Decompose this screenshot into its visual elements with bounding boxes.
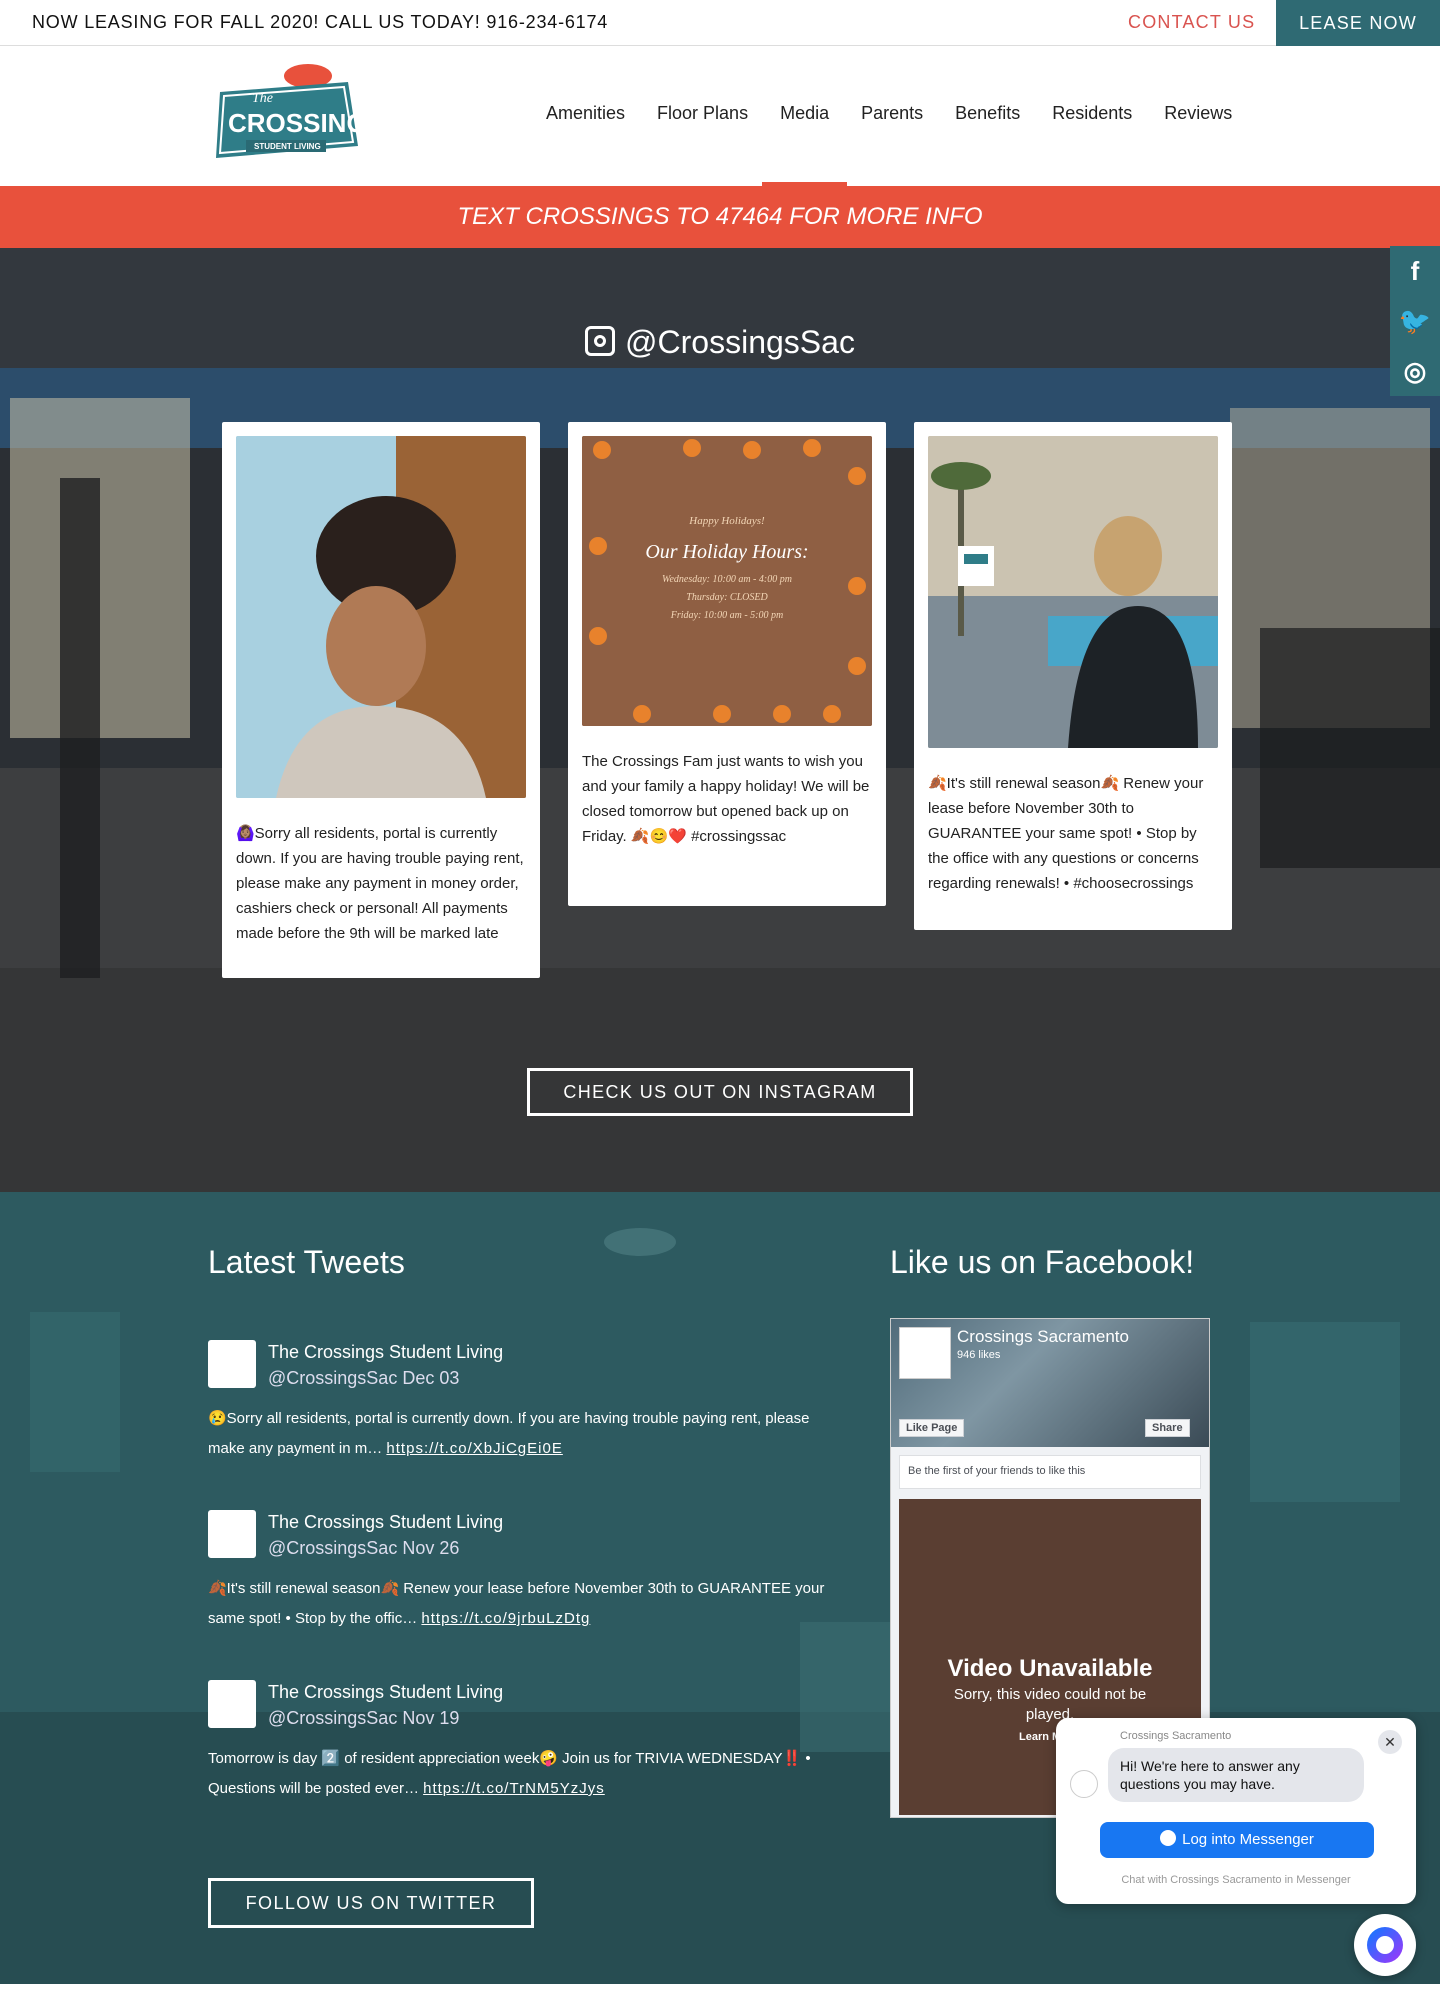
instagram-icon[interactable]: ◎ <box>1390 346 1440 396</box>
nav-reviews[interactable]: Reviews <box>1148 102 1248 132</box>
facebook-icon[interactable]: f <box>1390 246 1440 296</box>
holiday-title: Our Holiday Hours: <box>645 541 808 563</box>
instagram-handle-title[interactable]: @CrossingsSac <box>0 324 1440 361</box>
avatar[interactable] <box>208 1510 256 1558</box>
post-caption: The Crossings Fam just wants to wish you… <box>582 753 870 845</box>
messenger-icon <box>1367 1927 1403 1963</box>
facebook-page-name[interactable]: Crossings Sacramento <box>957 1327 1129 1347</box>
tweet-handle-date[interactable]: @CrossingsSac Nov 19 <box>268 1708 459 1729</box>
tweet-author[interactable]: The Crossings Student Living <box>268 1512 503 1533</box>
instagram-button[interactable]: CHECK US OUT ON INSTAGRAM <box>527 1068 913 1116</box>
svg-text:CROSSINGS: CROSSINGS <box>228 108 360 138</box>
avatar <box>1070 1770 1098 1798</box>
latest-tweets-heading: Latest Tweets <box>208 1244 405 1280</box>
crossings-logo[interactable]: The CROSSINGS STUDENT LIVING <box>212 62 360 166</box>
holiday-hours-graphic: Happy Holidays! Our Holiday Hours: Wedne… <box>582 436 872 726</box>
tweet-link[interactable]: https://t.co/9jrbuLzDtg <box>421 1610 590 1627</box>
instagram-handle: @CrossingsSac <box>625 324 855 360</box>
site-header: The CROSSINGS STUDENT LIVING Amenities F… <box>0 46 1440 188</box>
contact-us-link[interactable]: CONTACT US <box>1128 12 1255 33</box>
lease-now-button[interactable]: LEASE NOW <box>1276 0 1440 46</box>
instagram-post-card[interactable]: 🙆🏽‍♀️Sorry all residents, portal is curr… <box>222 422 540 978</box>
tweet-author[interactable]: The Crossings Student Living <box>268 1342 503 1363</box>
messenger-icon <box>1160 1830 1177 1846</box>
instagram-post-card[interactable]: 🍂It's still renewal season🍂 Renew your l… <box>914 422 1232 930</box>
avatar[interactable] <box>208 1340 256 1388</box>
post-caption: 🍂It's still renewal season🍂 Renew your l… <box>928 775 1204 892</box>
social-sidebar: f 🐦 ◎ <box>1390 246 1440 396</box>
close-icon[interactable]: ✕ <box>1378 1730 1402 1754</box>
svg-text:STUDENT LIVING: STUDENT LIVING <box>254 142 321 151</box>
facebook-page-logo[interactable] <box>899 1327 951 1379</box>
messenger-popup: Crossings Sacramento ✕ Hi! We're here to… <box>1056 1718 1416 1904</box>
facebook-friends-text: Be the first of your friends to like thi… <box>899 1455 1201 1489</box>
main-nav: Amenities Floor Plans Media Parents Bene… <box>530 102 1248 188</box>
instagram-post-card[interactable]: Happy Holidays! Our Holiday Hours: Wedne… <box>568 422 886 906</box>
video-unavailable-title: Video Unavailable <box>947 1655 1153 1682</box>
avatar[interactable] <box>208 1680 256 1728</box>
leasing-announcement: NOW LEASING FOR FALL 2020! CALL US TODAY… <box>32 12 609 32</box>
holiday-line: Friday: 10:00 am - 5:00 pm <box>670 610 783 621</box>
messenger-chat-button[interactable] <box>1354 1914 1416 1976</box>
tweet-body: 🍂It's still renewal season🍂 Renew your l… <box>208 1574 848 1634</box>
top-bar: NOW LEASING FOR FALL 2020! CALL US TODAY… <box>0 0 1440 46</box>
messenger-login-button[interactable]: Log into Messenger <box>1100 1822 1374 1858</box>
nav-media[interactable]: Media <box>762 102 848 188</box>
like-page-button[interactable]: Like Page <box>899 1419 965 1437</box>
tweet-body: Tomorrow is day 2️⃣ of resident apprecia… <box>208 1744 848 1804</box>
facebook-heading: Like us on Facebook! <box>890 1244 1195 1280</box>
holiday-greeting: Happy Holidays! <box>688 515 765 527</box>
tweet-link[interactable]: https://t.co/XbJiCgEi0E <box>386 1440 562 1457</box>
promo-banner: TEXT CROSSINGS TO 47464 FOR MORE INFO <box>0 186 1440 248</box>
holiday-line: Wednesday: 10:00 am - 4:00 pm <box>662 574 792 585</box>
tweet-link[interactable]: https://t.co/TrNM5YzJys <box>423 1780 605 1797</box>
nav-parents[interactable]: Parents <box>845 102 939 132</box>
messenger-greeting: Hi! We're here to answer any questions y… <box>1108 1748 1364 1802</box>
tweet-handle-date[interactable]: @CrossingsSac Nov 26 <box>268 1538 459 1559</box>
instagram-icon <box>585 326 616 356</box>
svg-text:The: The <box>252 91 273 106</box>
post-photo <box>236 436 526 798</box>
instagram-section: @CrossingsSac 🙆🏽‍♀️Sorry all residents, … <box>0 248 1440 1192</box>
messenger-page-name: Crossings Sacramento <box>1120 1730 1232 1742</box>
tweet-author[interactable]: The Crossings Student Living <box>268 1682 503 1703</box>
twitter-icon[interactable]: 🐦 <box>1390 296 1440 346</box>
tweet-handle-date[interactable]: @CrossingsSac Dec 03 <box>268 1368 459 1389</box>
messenger-login-label: Log into Messenger <box>1182 1831 1314 1848</box>
follow-twitter-button[interactable]: FOLLOW US ON TWITTER <box>208 1878 534 1928</box>
messenger-footer: Chat with Crossings Sacramento in Messen… <box>1121 1874 1351 1886</box>
post-caption: 🙆🏽‍♀️Sorry all residents, portal is curr… <box>236 825 524 941</box>
nav-benefits[interactable]: Benefits <box>939 102 1036 132</box>
nav-floor-plans[interactable]: Floor Plans <box>641 102 764 132</box>
tweet-body: 😢Sorry all residents, portal is currentl… <box>208 1404 848 1464</box>
nav-residents[interactable]: Residents <box>1036 102 1148 132</box>
share-button[interactable]: Share <box>1145 1419 1190 1437</box>
holiday-line: Thursday: CLOSED <box>686 592 768 603</box>
nav-amenities[interactable]: Amenities <box>530 102 641 132</box>
bottom-strip <box>0 1984 1440 2000</box>
post-photo <box>928 436 1218 748</box>
facebook-likes: 946 likes <box>957 1349 1001 1361</box>
